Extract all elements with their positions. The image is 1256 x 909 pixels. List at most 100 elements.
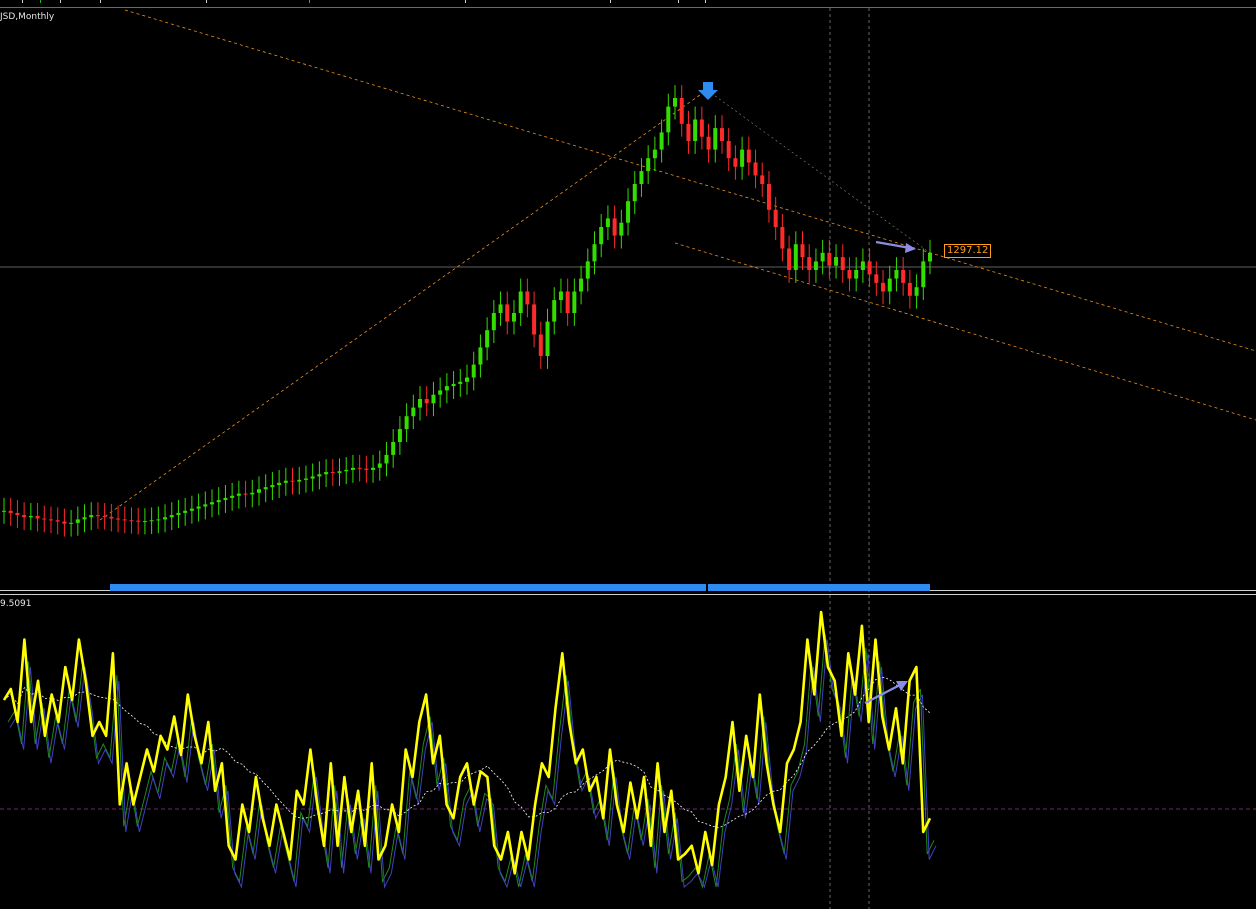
candle-body: [142, 521, 147, 523]
candle-body: [901, 270, 906, 283]
candle-body: [719, 128, 724, 141]
toolbar-tick: [206, 0, 207, 3]
top-connector-line: [706, 89, 931, 254]
candle-body: [881, 282, 886, 292]
candle-body: [619, 222, 624, 236]
candle-body: [82, 517, 87, 520]
candle-body: [451, 383, 456, 387]
candle-body: [35, 515, 40, 519]
blue-zone-bar: [110, 584, 930, 591]
candle-body: [632, 184, 637, 202]
candle-body: [834, 257, 839, 266]
candle-body: [216, 500, 221, 503]
oscillator-main-line: [2, 610, 932, 875]
candle-body: [706, 136, 711, 150]
candle-body: [713, 128, 718, 150]
candle-body: [203, 504, 208, 507]
candle-body: [626, 201, 631, 223]
candle-body: [344, 469, 349, 472]
candle-body: [230, 495, 235, 498]
candle-body: [431, 394, 436, 404]
candle-body: [599, 227, 604, 245]
candle-body: [867, 261, 872, 275]
current-price-tag: 1297.12: [944, 244, 992, 258]
oscillator-pane[interactable]: 9.5091: [0, 594, 1256, 909]
candle-body: [444, 386, 449, 391]
candle-body: [585, 261, 590, 279]
candle-body: [491, 313, 496, 331]
candle-body: [807, 257, 812, 270]
candle-body: [928, 252, 932, 262]
candle-body: [391, 442, 396, 455]
blue-down-arrow-marker: [698, 82, 718, 100]
candle-body: [525, 291, 530, 305]
candle-body: [766, 184, 771, 210]
candle-body: [243, 493, 248, 495]
candle-body: [518, 291, 523, 313]
candle-body: [612, 218, 617, 236]
top-toolbar-strip: [0, 0, 1256, 7]
candle-body: [693, 119, 698, 141]
candle-body: [89, 515, 94, 518]
candle-body: [109, 516, 114, 519]
candle-body: [914, 287, 919, 296]
candle-body: [176, 512, 181, 516]
candle-body: [310, 476, 315, 479]
toolbar-tick: [40, 0, 41, 3]
candle-body: [163, 517, 168, 520]
candle-body: [699, 119, 704, 137]
candle-body: [538, 334, 543, 356]
candle-body: [196, 506, 201, 509]
candle-body: [15, 512, 20, 516]
price-chart-pane[interactable]: JSD,Monthly: [0, 7, 1256, 592]
candle-body: [820, 252, 825, 262]
candle-body: [297, 479, 302, 482]
candle-body: [95, 515, 100, 517]
candle-body: [256, 489, 261, 493]
candle-body: [418, 399, 423, 408]
candle-body: [605, 218, 610, 227]
candle-body: [364, 468, 369, 470]
candle-body: [263, 487, 268, 490]
candle-body: [874, 274, 879, 283]
candle-body: [485, 330, 490, 348]
candle-body: [324, 472, 329, 475]
oscillator-svg: [0, 595, 1256, 909]
candle-body: [572, 291, 577, 313]
candle-body: [793, 244, 798, 270]
candle-body: [28, 515, 33, 518]
price-chart-svg: [0, 8, 1256, 592]
candle-body: [350, 467, 355, 470]
candle-body: [552, 300, 557, 322]
candle-body: [511, 313, 516, 322]
toolbar-tick: [610, 0, 611, 3]
candle-body: [565, 291, 570, 313]
candle-body: [679, 98, 684, 124]
oscillator-green-line: [7, 633, 935, 889]
candle-body: [478, 347, 483, 365]
candle-body: [438, 390, 443, 395]
oscillator-blue-line: [9, 639, 937, 889]
candle-body: [673, 98, 678, 107]
candle-body: [303, 478, 308, 480]
candle-body: [102, 515, 107, 517]
candle-body: [800, 244, 805, 258]
candle-body: [69, 522, 74, 524]
candle-body: [579, 278, 584, 292]
candle-body: [183, 510, 188, 513]
candle-body: [250, 492, 255, 495]
candle-body: [505, 304, 510, 322]
candle-body: [458, 381, 463, 384]
candle-body: [330, 472, 335, 474]
candle-body: [827, 252, 832, 266]
toolbar-tick: [60, 0, 61, 3]
candle-body: [236, 493, 241, 496]
candle-body: [652, 149, 657, 159]
candle-body: [646, 158, 651, 172]
candle-body: [317, 474, 322, 477]
candle-body: [129, 520, 134, 522]
candle-body: [2, 510, 6, 512]
toolbar-tick: [309, 0, 310, 3]
channel-lower-line: [674, 242, 1256, 421]
candle-body: [498, 304, 503, 313]
